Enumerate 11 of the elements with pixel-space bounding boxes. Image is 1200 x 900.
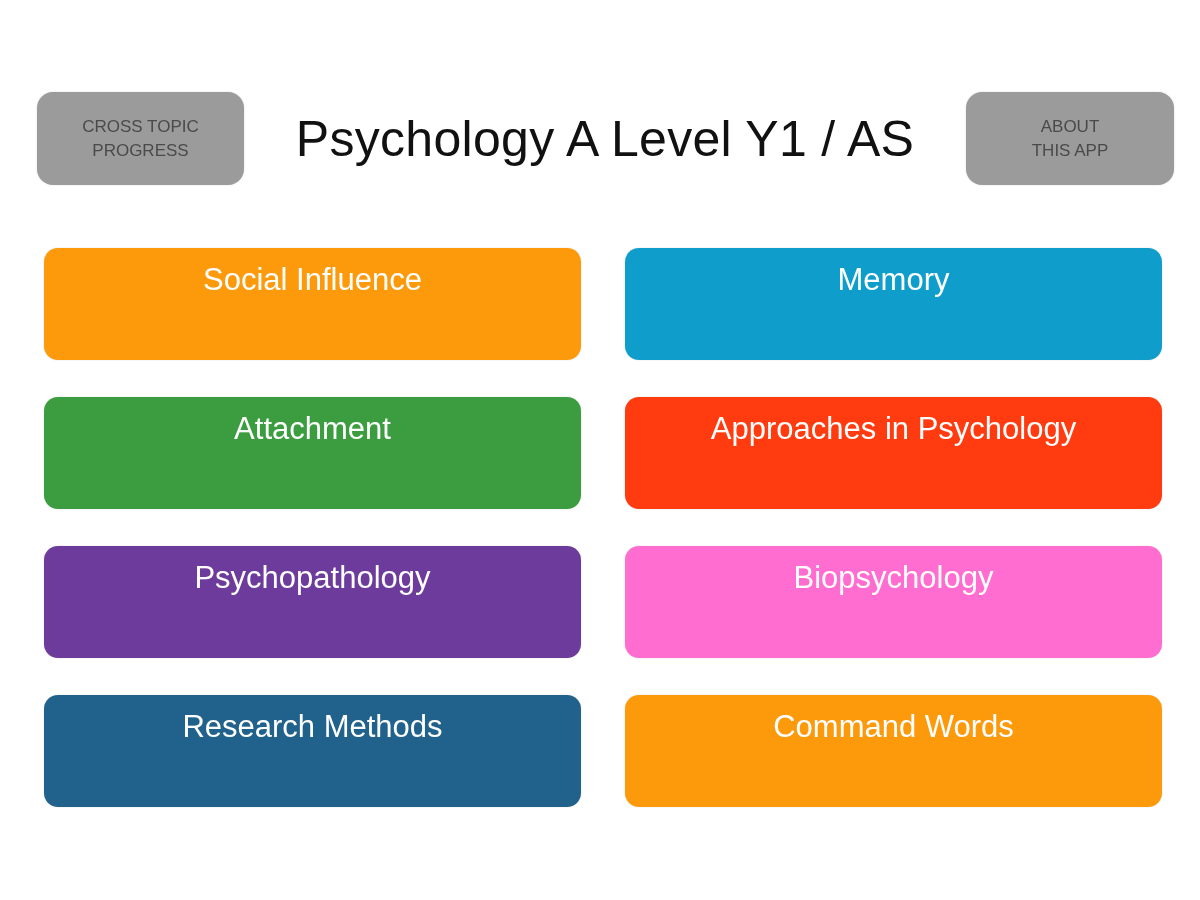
about-app-button[interactable]: ABOUT THIS APP bbox=[966, 92, 1174, 185]
app-title: Psychology A Level Y1 / AS bbox=[295, 109, 915, 169]
topic-button[interactable]: Memory bbox=[625, 248, 1162, 360]
topic-button[interactable]: Research Methods bbox=[44, 695, 581, 807]
topic-button[interactable]: Approaches in Psychology bbox=[625, 397, 1162, 509]
topic-button[interactable]: Biopsychology bbox=[625, 546, 1162, 658]
topic-button[interactable]: Psychopathology bbox=[44, 546, 581, 658]
cross-topic-progress-button[interactable]: CROSS TOPIC PROGRESS bbox=[37, 92, 244, 185]
topic-button[interactable]: Command Words bbox=[625, 695, 1162, 807]
topic-button[interactable]: Attachment bbox=[44, 397, 581, 509]
topic-button[interactable]: Social Influence bbox=[44, 248, 581, 360]
